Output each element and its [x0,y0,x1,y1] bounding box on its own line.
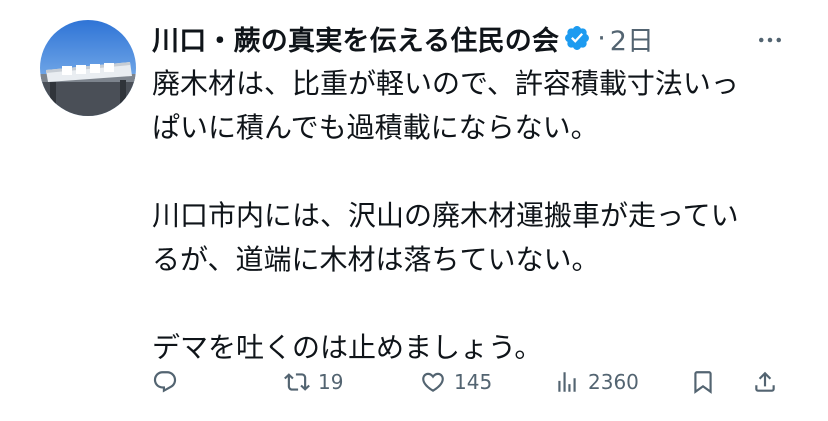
action-bar: 19 145 2360 [152,362,792,402]
post-line: ぱいに積んでも過積載にならない。 [152,111,599,144]
heart-icon [422,372,444,392]
reply-icon [153,371,177,393]
avatar[interactable] [40,20,136,116]
post-paragraph: 川口市内には、沢山の廃木材運搬車が走ってい るが、道端に木材は落ちていない。 [152,194,792,282]
separator-dot: · [597,22,606,54]
post-paragraph: 廃木材は、比重が軽いので、許容積載寸法いっ ぱいに積んでも過積載にならない。 [152,62,792,150]
retweet-count: 19 [318,370,344,394]
bookmark-button[interactable] [690,362,716,402]
share-button[interactable] [752,362,778,402]
post-time[interactable]: 2日 [610,19,654,58]
retweet-button[interactable]: 19 [284,362,343,402]
more-options-icon [759,37,781,43]
like-button[interactable]: 145 [420,362,492,402]
reply-button[interactable] [152,362,186,402]
verified-badge-icon[interactable] [563,24,591,52]
avatar-image [40,20,136,116]
author-name[interactable]: 川口・蕨の真実を伝える住民の会 [152,19,559,58]
share-icon [755,371,775,392]
post-line: 川口市内には、沢山の廃木材運搬車が走ってい [152,199,739,232]
like-count: 145 [454,370,493,394]
retweet-icon [284,373,310,391]
post-line: るが、道端に木材は落ちていない。 [152,243,600,276]
bookmark-icon [694,371,712,394]
more-options-button[interactable] [752,22,788,58]
views-button[interactable]: 2360 [554,362,639,402]
post-text: 廃木材は、比重が軽いので、許容積載寸法いっ ぱいに積んでも過積載にならない。 川… [152,62,792,370]
views-chart-icon [558,372,576,392]
post-line: 廃木材は、比重が軽いので、許容積載寸法いっ [152,67,739,100]
post-header: 川口・蕨の真実を伝える住民の会 · 2日 [152,16,654,60]
view-count: 2360 [588,370,639,394]
